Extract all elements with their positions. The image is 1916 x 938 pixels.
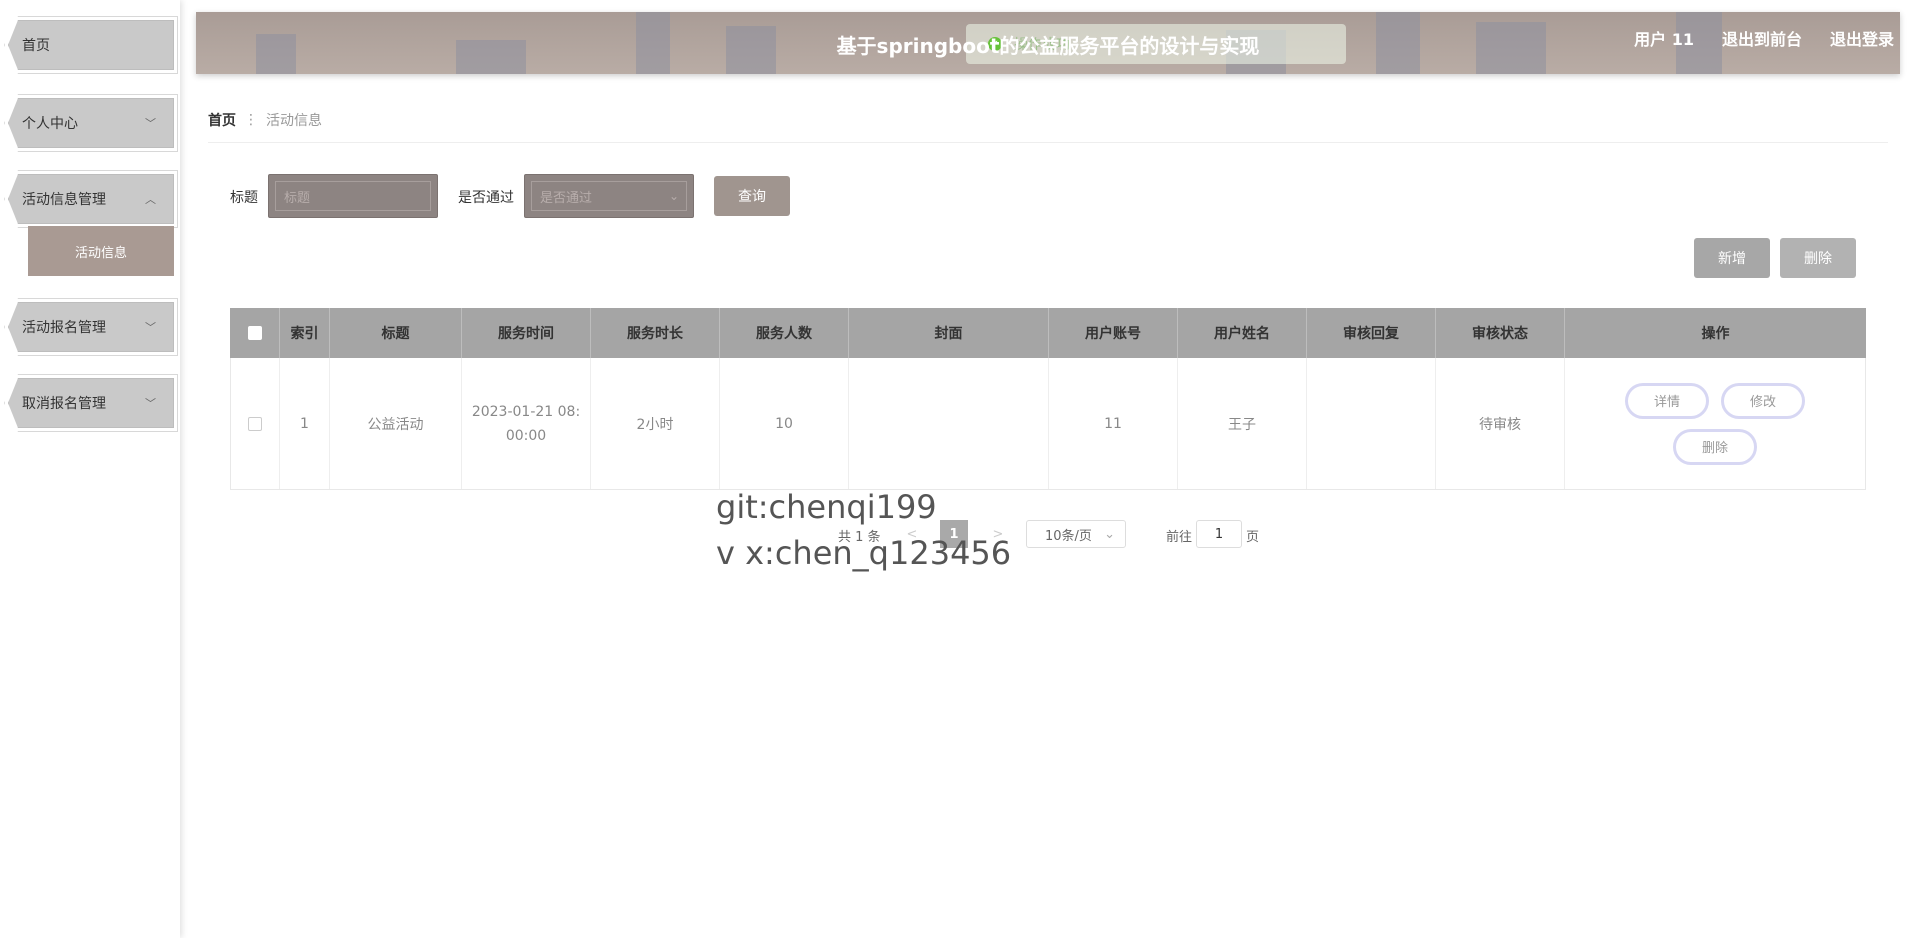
- breadcrumb: 首页 ⋮ 活动信息: [208, 110, 322, 130]
- chevron-down-icon: ﹀: [145, 117, 156, 130]
- sidebar-item-cancel-signup-management[interactable]: 取消报名管理 ﹀: [4, 374, 178, 432]
- user-name: 用户 11: [1634, 30, 1694, 49]
- pass-label: 是否通过: [458, 190, 514, 206]
- cell-status: 待审核: [1436, 358, 1565, 489]
- chevron-up-icon: ︿: [145, 193, 156, 206]
- sidebar-item-activity-management[interactable]: 活动信息管理 ︿: [4, 170, 178, 228]
- col-header: 服务时间: [462, 308, 591, 358]
- cell-people: 10: [720, 358, 849, 489]
- sidebar-item-personal-center[interactable]: 个人中心 ﹀: [4, 94, 178, 152]
- logout-link[interactable]: 退出登录: [1830, 26, 1894, 50]
- sidebar-subitem-activity-info[interactable]: 活动信息: [28, 226, 174, 276]
- col-header: 服务时长: [591, 308, 720, 358]
- cell-index: 1: [280, 358, 330, 489]
- goto-page-input[interactable]: 1: [1196, 520, 1242, 548]
- pass-select[interactable]: 是否通过 ⌄: [524, 174, 694, 218]
- query-button[interactable]: 查询: [714, 176, 790, 216]
- col-header: 审核状态: [1436, 308, 1565, 358]
- col-header: 用户账号: [1049, 308, 1178, 358]
- chevron-down-icon: ⌄: [668, 189, 679, 203]
- sidebar-item-label: 个人中心: [22, 116, 78, 132]
- sidebar-item-label: 活动信息管理: [22, 192, 106, 208]
- cell-service-time: 2023-01-21 08: 00:00: [462, 358, 591, 489]
- col-header: 操作: [1701, 326, 1730, 342]
- breadcrumb-current: 活动信息: [266, 113, 322, 129]
- breadcrumb-separator: ⋮: [244, 112, 258, 128]
- add-button[interactable]: 新增: [1694, 238, 1770, 278]
- watermark-wechat: v x:chen_q123456: [716, 534, 1012, 572]
- data-table: 索引 标题 服务时间 服务时长 服务人数 封面 用户账号 用户姓名 审核回复 审…: [230, 308, 1866, 490]
- batch-delete-button[interactable]: 删除: [1780, 238, 1856, 278]
- chevron-down-icon: ﹀: [145, 397, 156, 410]
- sidebar: 首页 个人中心 ﹀ 活动信息管理 ︿ 活动信息 活动报名管理 ﹀ 取消报名管理 …: [0, 0, 180, 938]
- col-header: 封面: [849, 308, 1049, 358]
- col-header: 用户姓名: [1178, 308, 1307, 358]
- chevron-down-icon: ﹀: [145, 321, 156, 334]
- sidebar-item-label: 首页: [22, 38, 50, 54]
- select-all-cell: [230, 308, 280, 358]
- breadcrumb-home[interactable]: 首页: [208, 110, 236, 130]
- cell-operations: 详情 修改 删除: [1565, 358, 1865, 489]
- col-header: 标题: [330, 308, 462, 358]
- watermark-git: git:chenqi199: [716, 488, 937, 526]
- table-header: 索引 标题 服务时间 服务时长 服务人数 封面 用户账号 用户姓名 审核回复 审…: [230, 308, 1866, 358]
- top-header: ✓ 操作成功 基于springboot的公益服务平台的设计与实现 用户 11 退…: [196, 12, 1900, 74]
- detail-button[interactable]: 详情: [1625, 382, 1709, 419]
- row-checkbox[interactable]: [248, 416, 262, 431]
- col-header: 索引: [280, 308, 330, 358]
- sidebar-item-label: 取消报名管理: [22, 396, 106, 412]
- page-size-select[interactable]: 10条/页 ⌄: [1026, 520, 1126, 548]
- col-header: 服务人数: [720, 308, 849, 358]
- title-label: 标题: [230, 190, 258, 206]
- cell-account: 11: [1049, 358, 1178, 489]
- sidebar-item-label: 活动报名管理: [22, 320, 106, 336]
- cell-duration: 2小时: [591, 358, 720, 489]
- page-unit-label: 页: [1246, 530, 1260, 545]
- cell-cover: [849, 358, 1049, 489]
- select-all-checkbox[interactable]: [247, 326, 262, 340]
- back-to-front-link[interactable]: 退出到前台: [1722, 26, 1802, 50]
- cell-title: 公益活动: [330, 358, 462, 489]
- divider: [208, 142, 1888, 143]
- cell-user-name: 王子: [1178, 358, 1307, 489]
- sidebar-item-home[interactable]: 首页: [4, 16, 178, 74]
- edit-button[interactable]: 修改: [1721, 382, 1805, 419]
- title-input[interactable]: 标题: [268, 174, 438, 218]
- goto-label: 前往: [1166, 530, 1193, 545]
- chevron-down-icon: ⌄: [1104, 526, 1115, 542]
- cell-reply: [1307, 358, 1436, 489]
- delete-button[interactable]: 删除: [1673, 428, 1757, 465]
- col-header: 审核回复: [1307, 308, 1436, 358]
- table-row: 1 公益活动 2023-01-21 08: 00:00 2小时 10 11 王子…: [230, 358, 1866, 490]
- sidebar-item-signup-management[interactable]: 活动报名管理 ﹀: [4, 298, 178, 356]
